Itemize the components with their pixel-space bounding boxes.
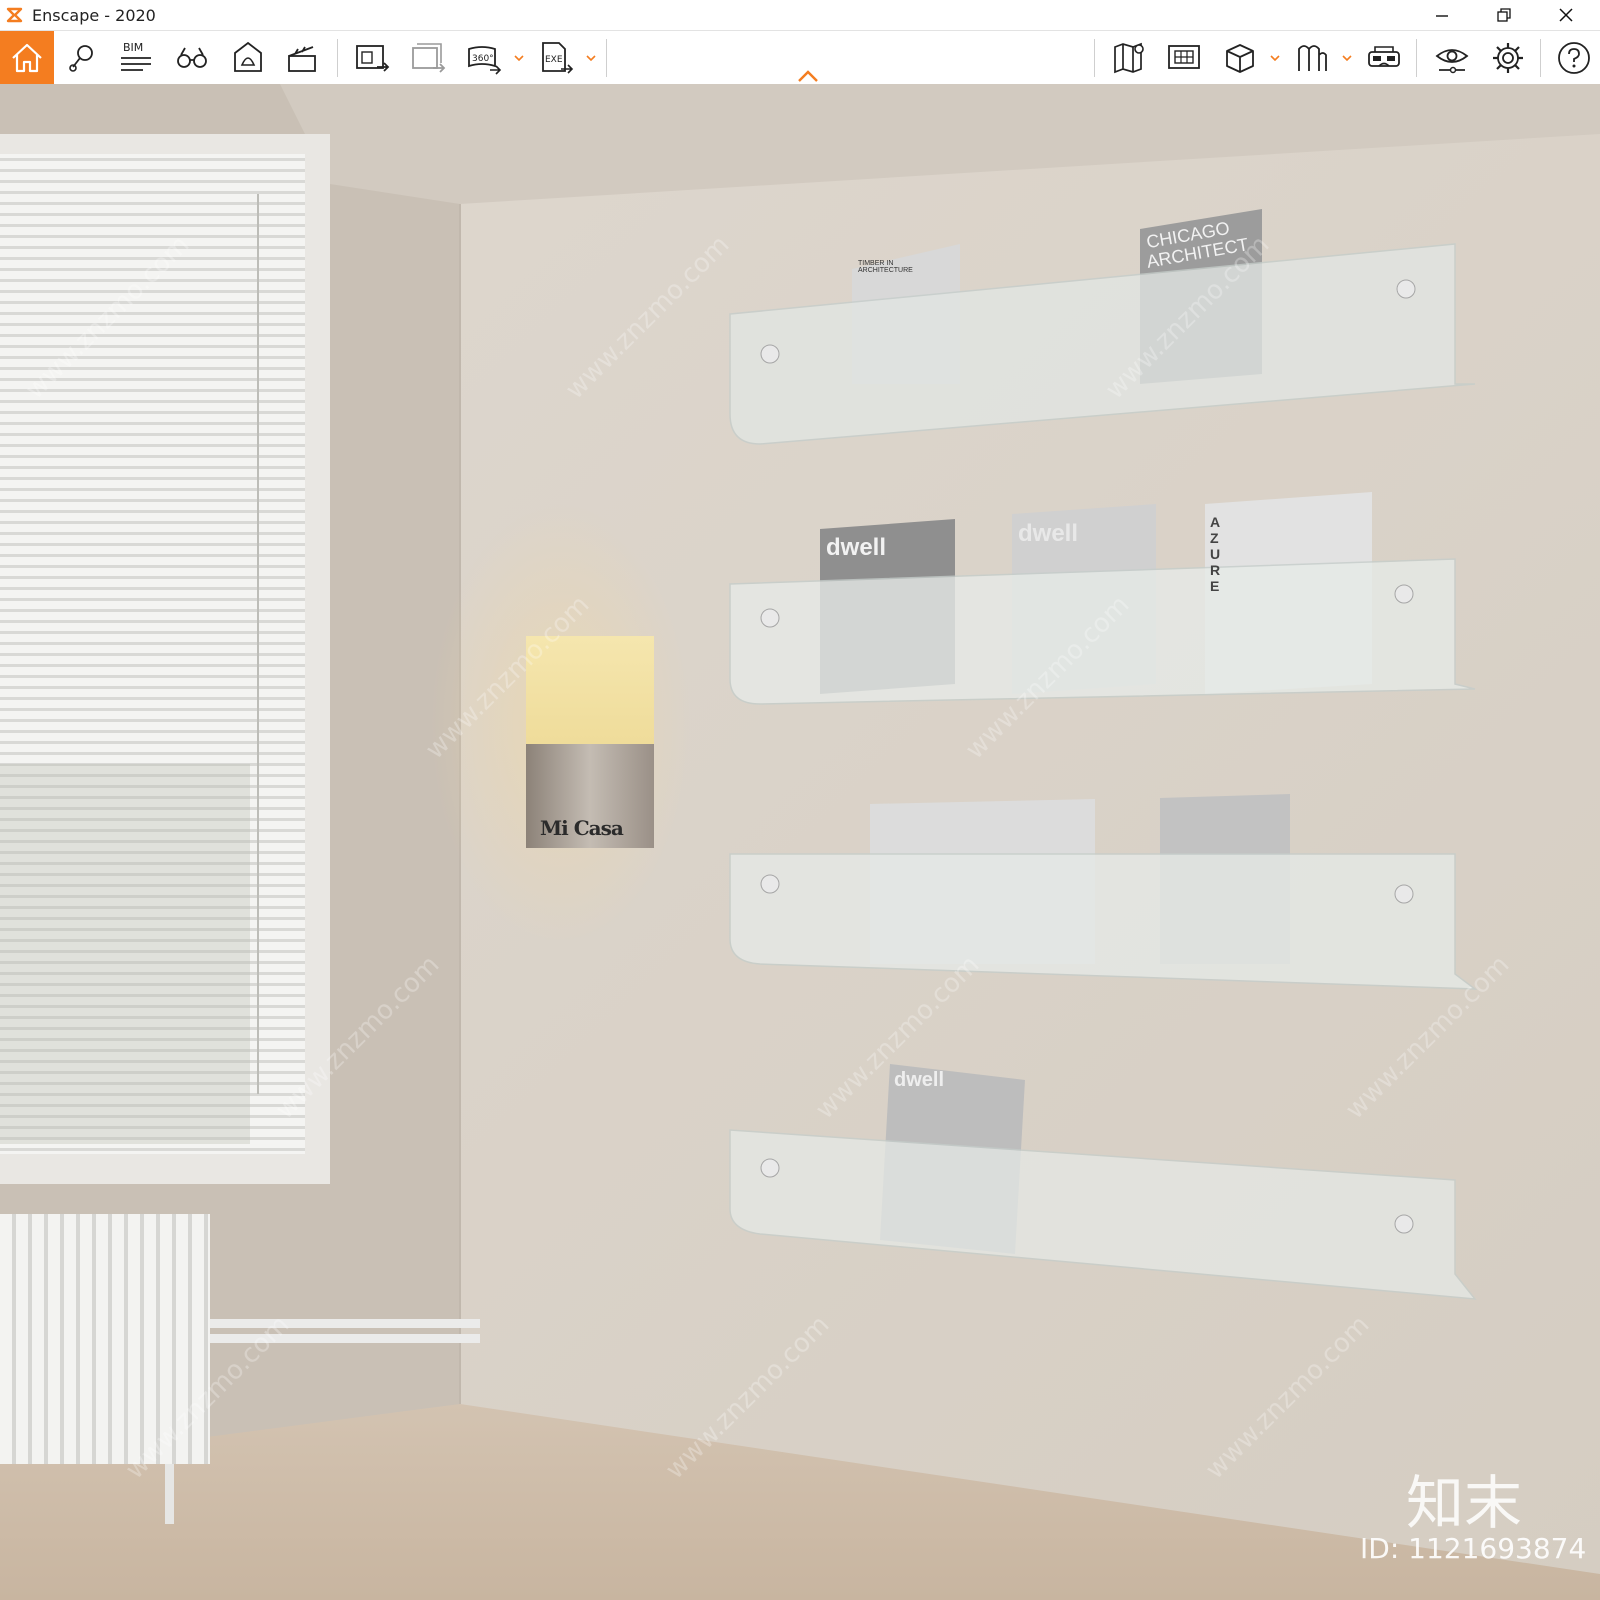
material-dropdown-chevron[interactable]: [1340, 53, 1354, 63]
view-management-icon: [1168, 44, 1200, 69]
toolbar-separator: [1094, 39, 1095, 77]
home-icon: [12, 43, 42, 72]
close-icon: [1559, 8, 1573, 22]
bim-button[interactable]: BIM: [110, 31, 162, 84]
watermark-id: ID: 1121693874: [1360, 1532, 1587, 1565]
help-icon: [1558, 41, 1590, 74]
chevron-down-icon: [514, 55, 524, 61]
magazine-dwell-label: dwell: [826, 534, 887, 561]
exe-export-button[interactable]: EXE: [530, 31, 582, 84]
chevron-down-icon: [1270, 55, 1280, 61]
exe-export-icon: EXE: [542, 41, 574, 74]
svg-text:BIM: BIM: [123, 41, 143, 54]
asset-library-button[interactable]: [1214, 31, 1266, 84]
panorama-360-icon: 360°: [468, 45, 502, 75]
panorama-dropdown-chevron[interactable]: [512, 53, 526, 63]
binoculars-icon: [177, 47, 207, 68]
title-bar: Enscape - 2020: [0, 0, 1600, 31]
magazine-dwell-3-label: dwell: [894, 1069, 945, 1091]
chevron-down-icon: [586, 55, 596, 61]
material-button[interactable]: [1286, 31, 1338, 84]
toolbar: BIM 360° EXE: [0, 31, 1600, 85]
batch-export-icon: [412, 42, 446, 73]
location-pin-icon: [69, 44, 93, 72]
home-button[interactable]: [0, 31, 54, 84]
window-title: Enscape - 2020: [32, 6, 156, 25]
svg-text:360°: 360°: [472, 54, 494, 64]
svg-text:EXE: EXE: [545, 55, 563, 65]
chevron-down-icon: [1342, 55, 1352, 61]
magazine-timber-label: TIMBER IN ARCHITECTURE: [858, 260, 913, 274]
exe-dropdown-chevron[interactable]: [584, 53, 598, 63]
batch-export-button[interactable]: [402, 31, 454, 84]
render-viewport[interactable]: TIMBER IN ARCHITECTURE CHICAGO ARCHITECT…: [0, 84, 1600, 1600]
screenshot-export-icon: [356, 44, 390, 72]
restore-icon: [1497, 8, 1511, 22]
restore-button[interactable]: [1474, 0, 1534, 30]
location-pin-button[interactable]: [56, 31, 108, 84]
help-button[interactable]: [1548, 31, 1600, 84]
close-button[interactable]: [1536, 0, 1596, 30]
bim-icon: BIM: [121, 41, 151, 71]
asset-dropdown-chevron[interactable]: [1268, 53, 1282, 63]
vr-headset-button[interactable]: [1358, 31, 1410, 84]
asset-library-icon: [1226, 43, 1254, 73]
watermark-logo: 知末: [1406, 1469, 1523, 1537]
panorama-360-button[interactable]: 360°: [458, 31, 510, 84]
magazine-dwell-2-label: dwell: [1018, 520, 1079, 547]
toolbar-separator: [1540, 39, 1541, 77]
minimize-button[interactable]: [1412, 0, 1472, 30]
light-button[interactable]: [222, 31, 274, 84]
map-button[interactable]: [1104, 31, 1156, 84]
toolbar-separator: [337, 39, 338, 77]
magazine-azure-label: AZURE: [1210, 514, 1221, 594]
vr-headset-icon: [1368, 45, 1400, 67]
wall-lamp-sign: Mi Casa: [540, 816, 624, 840]
settings-button[interactable]: [1482, 31, 1534, 84]
collapse-toolbar-chevron-up-icon[interactable]: [797, 69, 819, 83]
toolbar-separator: [606, 39, 607, 77]
screenshot-export-button[interactable]: [346, 31, 398, 84]
view-management-button[interactable]: [1158, 31, 1210, 84]
minimize-icon: [1436, 15, 1448, 17]
visual-settings-button[interactable]: [1426, 31, 1478, 84]
visual-settings-icon: [1435, 48, 1469, 73]
clapper-button[interactable]: [276, 31, 328, 84]
binoculars-button[interactable]: [166, 31, 218, 84]
settings-icon: [1493, 42, 1523, 73]
toolbar-separator: [1416, 39, 1417, 77]
clapper-icon: [288, 45, 316, 72]
material-icon: [1298, 44, 1327, 71]
map-icon: [1114, 42, 1144, 73]
enscape-logo-icon: [6, 7, 23, 23]
light-icon: [234, 41, 262, 72]
